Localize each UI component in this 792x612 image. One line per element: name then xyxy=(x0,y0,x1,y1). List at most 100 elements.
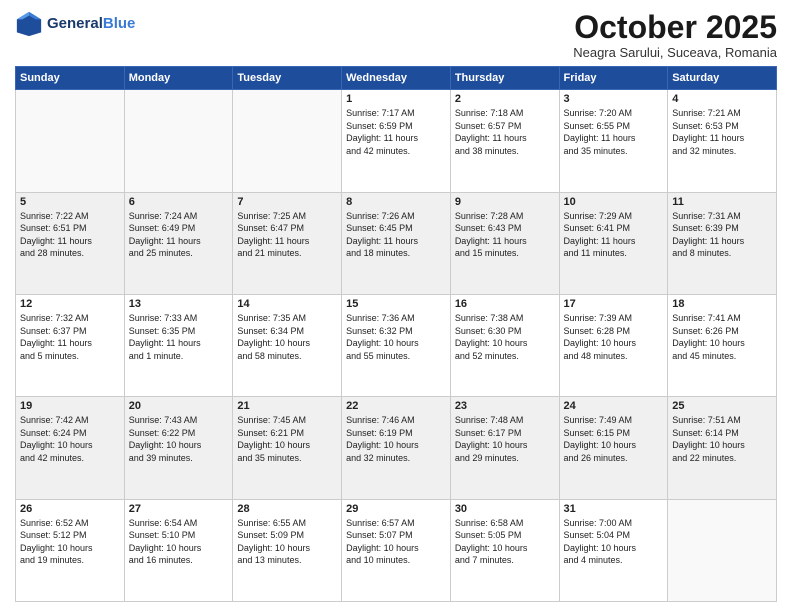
table-row: 31Sunrise: 7:00 AM Sunset: 5:04 PM Dayli… xyxy=(559,499,668,601)
logo: GeneralBlue xyxy=(15,10,135,38)
table-row: 10 Sunrise: 7:29 AM Sunset: 6:41 PM Dayli… xyxy=(559,192,668,294)
table-row xyxy=(124,90,233,192)
table-row: 17 Sunrise: 7:39 AM Sunset: 6:28 PM Dayli… xyxy=(559,294,668,396)
day-number: 23 xyxy=(455,400,555,412)
table-row: 24 Sunrise: 7:49 AM Sunset: 6:15 PM Dayli… xyxy=(559,397,668,499)
day-info: Sunrise: 6:54 AM Sunset: 5:10 PM Dayligh… xyxy=(129,517,229,567)
day-info: Sunrise: 7:41 AM Sunset: 6:26 PM Dayligh… xyxy=(672,312,772,362)
day-info: Sunrise: 7:46 AM Sunset: 6:19 PM Dayligh… xyxy=(346,414,446,464)
subtitle: Neagra Sarului, Suceava, Romania xyxy=(573,45,777,60)
day-number: 24 xyxy=(564,400,664,412)
day-info: Sunrise: 7:49 AM Sunset: 6:15 PM Dayligh… xyxy=(564,414,664,464)
day-info: Sunrise: 7:17 AM Sunset: 6:59 PM Dayligh… xyxy=(346,107,446,157)
day-number: 11 xyxy=(672,196,772,208)
table-row: 6 Sunrise: 7:24 AM Sunset: 6:49 PM Daylig… xyxy=(124,192,233,294)
day-info: Sunrise: 7:29 AM Sunset: 6:41 PM Dayligh… xyxy=(564,210,664,260)
day-info: Sunrise: 7:38 AM Sunset: 6:30 PM Dayligh… xyxy=(455,312,555,362)
table-row: 15Sunrise: 7:36 AM Sunset: 6:32 PM Dayli… xyxy=(342,294,451,396)
day-number: 5 xyxy=(20,196,120,208)
table-row: 12Sunrise: 7:32 AM Sunset: 6:37 PM Dayli… xyxy=(16,294,125,396)
logo-icon xyxy=(15,10,43,38)
day-info: Sunrise: 7:25 AM Sunset: 6:47 PM Dayligh… xyxy=(237,210,337,260)
day-info: Sunrise: 7:18 AM Sunset: 6:57 PM Dayligh… xyxy=(455,107,555,157)
table-row xyxy=(16,90,125,192)
table-row: 21Sunrise: 7:45 AM Sunset: 6:21 PM Dayli… xyxy=(233,397,342,499)
table-row: 13 Sunrise: 7:33 AM Sunset: 6:35 PM Dayli… xyxy=(124,294,233,396)
calendar-header-row: Sunday Monday Tuesday Wednesday Thursday… xyxy=(16,67,777,90)
day-info: Sunrise: 6:57 AM Sunset: 5:07 PM Dayligh… xyxy=(346,517,446,567)
table-row: 11Sunrise: 7:31 AM Sunset: 6:39 PM Dayli… xyxy=(668,192,777,294)
day-number: 30 xyxy=(455,503,555,515)
table-row: 25 Sunrise: 7:51 AM Sunset: 6:14 PM Dayli… xyxy=(668,397,777,499)
day-info: Sunrise: 7:24 AM Sunset: 6:49 PM Dayligh… xyxy=(129,210,229,260)
day-info: Sunrise: 7:32 AM Sunset: 6:37 PM Dayligh… xyxy=(20,312,120,362)
day-info: Sunrise: 7:33 AM Sunset: 6:35 PM Dayligh… xyxy=(129,312,229,362)
header-wednesday: Wednesday xyxy=(342,67,451,90)
day-number: 18 xyxy=(672,298,772,310)
day-info: Sunrise: 7:36 AM Sunset: 6:32 PM Dayligh… xyxy=(346,312,446,362)
table-row xyxy=(233,90,342,192)
day-info: Sunrise: 6:58 AM Sunset: 5:05 PM Dayligh… xyxy=(455,517,555,567)
day-number: 8 xyxy=(346,196,446,208)
table-row: 18 Sunrise: 7:41 AM Sunset: 6:26 PM Dayli… xyxy=(668,294,777,396)
table-row: 16 Sunrise: 7:38 AM Sunset: 6:30 PM Dayli… xyxy=(450,294,559,396)
day-number: 6 xyxy=(129,196,229,208)
calendar-week-row: 12Sunrise: 7:32 AM Sunset: 6:37 PM Dayli… xyxy=(16,294,777,396)
day-number: 2 xyxy=(455,93,555,105)
page: GeneralBlue October 2025 Neagra Sarului,… xyxy=(0,0,792,612)
calendar-table: Sunday Monday Tuesday Wednesday Thursday… xyxy=(15,66,777,602)
month-title: October 2025 xyxy=(573,10,777,45)
day-info: Sunrise: 7:39 AM Sunset: 6:28 PM Dayligh… xyxy=(564,312,664,362)
day-info: Sunrise: 7:00 AM Sunset: 5:04 PM Dayligh… xyxy=(564,517,664,567)
calendar-week-row: 1 Sunrise: 7:17 AM Sunset: 6:59 PM Daylig… xyxy=(16,90,777,192)
table-row: 20Sunrise: 7:43 AM Sunset: 6:22 PM Dayli… xyxy=(124,397,233,499)
day-number: 3 xyxy=(564,93,664,105)
header: GeneralBlue October 2025 Neagra Sarului,… xyxy=(15,10,777,60)
day-number: 10 xyxy=(564,196,664,208)
day-number: 1 xyxy=(346,93,446,105)
title-block: October 2025 Neagra Sarului, Suceava, Ro… xyxy=(573,10,777,60)
table-row: 9Sunrise: 7:28 AM Sunset: 6:43 PM Daylig… xyxy=(450,192,559,294)
table-row: 27 Sunrise: 6:54 AM Sunset: 5:10 PM Dayli… xyxy=(124,499,233,601)
header-monday: Monday xyxy=(124,67,233,90)
day-number: 17 xyxy=(564,298,664,310)
day-number: 28 xyxy=(237,503,337,515)
table-row: 29 Sunrise: 6:57 AM Sunset: 5:07 PM Dayli… xyxy=(342,499,451,601)
day-info: Sunrise: 7:26 AM Sunset: 6:45 PM Dayligh… xyxy=(346,210,446,260)
calendar-week-row: 26 Sunrise: 6:52 AM Sunset: 5:12 PM Dayli… xyxy=(16,499,777,601)
day-number: 25 xyxy=(672,400,772,412)
day-number: 13 xyxy=(129,298,229,310)
header-saturday: Saturday xyxy=(668,67,777,90)
day-info: Sunrise: 7:20 AM Sunset: 6:55 PM Dayligh… xyxy=(564,107,664,157)
day-info: Sunrise: 7:45 AM Sunset: 6:21 PM Dayligh… xyxy=(237,414,337,464)
day-number: 16 xyxy=(455,298,555,310)
table-row: 26 Sunrise: 6:52 AM Sunset: 5:12 PM Dayli… xyxy=(16,499,125,601)
table-row: 22 Sunrise: 7:46 AM Sunset: 6:19 PM Dayli… xyxy=(342,397,451,499)
day-number: 14 xyxy=(237,298,337,310)
day-number: 20 xyxy=(129,400,229,412)
logo-text: GeneralBlue xyxy=(47,16,135,33)
day-number: 26 xyxy=(20,503,120,515)
header-tuesday: Tuesday xyxy=(233,67,342,90)
calendar-week-row: 5 Sunrise: 7:22 AM Sunset: 6:51 PM Daylig… xyxy=(16,192,777,294)
day-info: Sunrise: 7:51 AM Sunset: 6:14 PM Dayligh… xyxy=(672,414,772,464)
day-number: 27 xyxy=(129,503,229,515)
table-row xyxy=(668,499,777,601)
day-info: Sunrise: 7:22 AM Sunset: 6:51 PM Dayligh… xyxy=(20,210,120,260)
day-number: 7 xyxy=(237,196,337,208)
day-number: 22 xyxy=(346,400,446,412)
day-info: Sunrise: 7:35 AM Sunset: 6:34 PM Dayligh… xyxy=(237,312,337,362)
table-row: 23Sunrise: 7:48 AM Sunset: 6:17 PM Dayli… xyxy=(450,397,559,499)
day-info: Sunrise: 7:42 AM Sunset: 6:24 PM Dayligh… xyxy=(20,414,120,464)
day-info: Sunrise: 7:28 AM Sunset: 6:43 PM Dayligh… xyxy=(455,210,555,260)
day-info: Sunrise: 7:21 AM Sunset: 6:53 PM Dayligh… xyxy=(672,107,772,157)
day-info: Sunrise: 6:55 AM Sunset: 5:09 PM Dayligh… xyxy=(237,517,337,567)
day-number: 19 xyxy=(20,400,120,412)
table-row: 5 Sunrise: 7:22 AM Sunset: 6:51 PM Daylig… xyxy=(16,192,125,294)
header-friday: Friday xyxy=(559,67,668,90)
table-row: 19 Sunrise: 7:42 AM Sunset: 6:24 PM Dayli… xyxy=(16,397,125,499)
day-number: 29 xyxy=(346,503,446,515)
table-row: 28 Sunrise: 6:55 AM Sunset: 5:09 PM Dayli… xyxy=(233,499,342,601)
table-row: 2 Sunrise: 7:18 AM Sunset: 6:57 PM Daylig… xyxy=(450,90,559,192)
day-info: Sunrise: 6:52 AM Sunset: 5:12 PM Dayligh… xyxy=(20,517,120,567)
